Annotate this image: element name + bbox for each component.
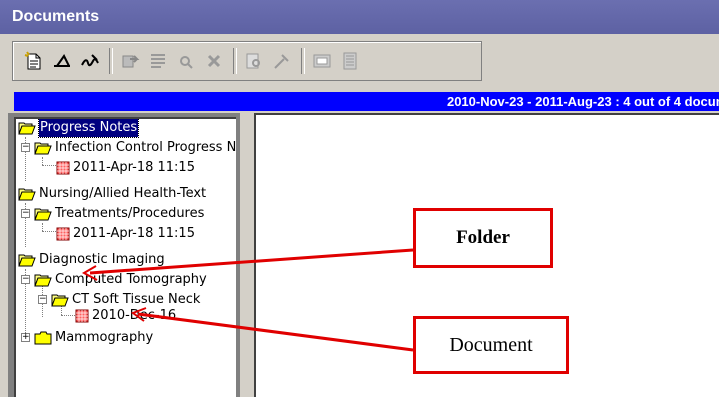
tree-connector [42,165,56,166]
tree-folder-nursing-allied-health[interactable]: Nursing/Allied Health-Text [18,185,206,203]
new-document-icon[interactable] [23,50,45,72]
forward-icon[interactable] [119,50,141,72]
document-icon [75,309,89,323]
document-callout-label: Document [449,333,533,356]
tools-icon[interactable] [271,50,293,72]
folder-callout: Folder [413,208,553,268]
tree-label: 2011-Apr-18 11:15 [73,160,195,175]
date-range-text: 2010-Nov-23 - 2011-Aug-23 : 4 out of 4 d… [446,94,719,109]
collapse-toggle-icon[interactable]: − [21,143,30,152]
document-tree: Progress Notes − Infection Control Progr… [14,117,236,397]
tree-folder-infection-control[interactable]: Infection Control Progress Note [34,139,236,157]
folder-callout-label: Folder [456,227,510,248]
tree-label: Nursing/Allied Health-Text [39,186,207,201]
tree-label: Progress Notes [37,119,140,138]
edit-icon[interactable] [51,50,73,72]
tree-label: Diagnostic Imaging [39,252,165,267]
tree-folder-progress-notes[interactable]: Progress Notes [18,119,140,138]
sign-icon[interactable] [79,50,101,72]
open-folder-icon [34,142,52,155]
window-title: Documents [0,0,719,34]
tree-label: 2011-Apr-18 11:15 [73,226,195,241]
toolbar-separator [109,48,113,74]
open-folder-icon [34,208,52,221]
document-callout: Document [413,316,569,374]
open-folder-icon [34,274,52,287]
tree-connector [61,315,75,316]
list-icon[interactable] [147,50,169,72]
tree-folder-mammography[interactable]: Mammography [34,329,153,347]
view-icon[interactable] [311,50,333,72]
collapse-toggle-icon[interactable]: − [21,209,30,218]
tree-label: Mammography [55,330,154,345]
preview-icon[interactable] [243,50,265,72]
print-icon[interactable] [339,50,361,72]
open-folder-icon [51,294,69,307]
tree-document-2010-dec-16[interactable]: 2010-Dec-16 [75,307,176,325]
open-folder-icon [18,122,36,135]
pane-splitter[interactable] [240,113,254,397]
tree-label: 2010-Dec-16 [92,308,177,323]
collapse-toggle-icon[interactable]: − [38,295,47,304]
open-folder-icon [18,188,36,201]
tree-connector [42,157,43,165]
tree-folder-computed-tomography[interactable]: Computed Tomography [34,271,207,289]
search-icon[interactable] [175,50,197,72]
date-range-bar: 2010-Nov-23 - 2011-Aug-23 : 4 out of 4 d… [14,92,719,111]
toolbar-separator [301,48,305,74]
toolbar [12,41,482,81]
tree-connector [42,231,56,232]
tree-folder-diagnostic-imaging[interactable]: Diagnostic Imaging [18,251,165,269]
tree-label: Treatments/Procedures [55,206,205,221]
closed-folder-icon [34,331,52,345]
tree-label: Computed Tomography [55,272,207,287]
tree-connector [42,223,43,231]
tree-label: Infection Control Progress Note [55,140,236,155]
delete-icon[interactable] [203,50,225,72]
document-icon [56,161,70,175]
expand-toggle-icon[interactable]: + [21,333,30,342]
tree-document-2011-apr-18[interactable]: 2011-Apr-18 11:15 [56,159,195,177]
toolbar-separator [233,48,237,74]
tree-folder-treatments-procedures[interactable]: Treatments/Procedures [34,205,204,223]
document-icon [56,227,70,241]
collapse-toggle-icon[interactable]: − [21,275,30,284]
tree-document-2011-apr-18[interactable]: 2011-Apr-18 11:15 [56,225,195,243]
open-folder-icon [18,254,36,267]
